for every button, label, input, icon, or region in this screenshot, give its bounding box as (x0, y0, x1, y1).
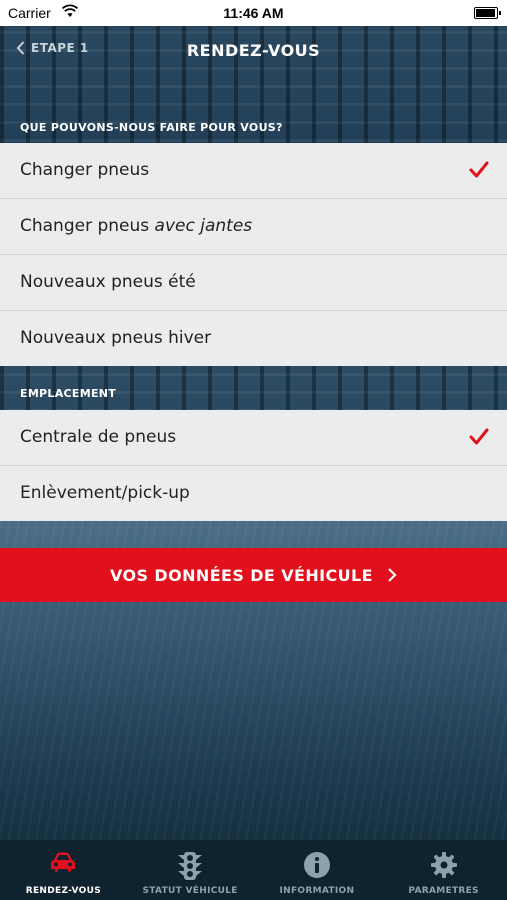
option-label-emphasis: avec jantes (154, 216, 253, 236)
tab-information[interactable]: INFORMATION (254, 840, 381, 900)
status-bar: Carrier 11:46 AM (0, 0, 507, 26)
battery-icon (474, 7, 501, 19)
location-option-pickup[interactable]: Enlèvement/pick-up (0, 466, 507, 521)
checkmark-icon (469, 161, 489, 178)
location-list: Centrale de pneus Enlèvement/pick-up (0, 410, 507, 521)
location-option-tire-center[interactable]: Centrale de pneus (0, 410, 507, 466)
tab-rendez-vous[interactable]: RENDEZ-VOUS (0, 840, 127, 900)
car-icon (51, 852, 76, 872)
service-option-new-winter-tires[interactable]: Nouveaux pneus hiver (0, 311, 507, 366)
info-icon (303, 852, 330, 878)
tab-label: INFORMATION (279, 886, 355, 896)
checkmark-icon (469, 428, 489, 445)
option-label: Changer pneus avec jantes (20, 216, 253, 236)
tab-settings[interactable]: PARAMETRES (380, 840, 507, 900)
status-time: 11:46 AM (223, 5, 284, 21)
service-option-change-tires-rims[interactable]: Changer pneus avec jantes (0, 199, 507, 255)
option-label: Enlèvement/pick-up (20, 483, 190, 503)
tab-label: RENDEZ-VOUS (25, 886, 101, 896)
service-option-change-tires[interactable]: Changer pneus (0, 143, 507, 199)
chevron-right-icon (388, 568, 397, 582)
tab-label: STATUT VÉHICULE (142, 886, 238, 896)
option-label: Nouveaux pneus hiver (20, 328, 212, 348)
gear-icon (430, 852, 457, 878)
option-label: Changer pneus (20, 160, 150, 180)
location-heading: EMPLACEMENT (20, 387, 117, 400)
service-option-new-summer-tires[interactable]: Nouveaux pneus été (0, 255, 507, 311)
vehicle-data-label: VOS DONNÉES DE VÉHICULE (110, 565, 373, 585)
services-heading: QUE POUVONS-NOUS FAIRE POUR VOUS? (20, 121, 283, 134)
option-label: Nouveaux pneus été (20, 272, 196, 292)
tab-bar: RENDEZ-VOUS STATUT VÉHICULE INFORMATION (0, 840, 507, 900)
traffic-light-icon (178, 852, 203, 880)
services-list: Changer pneus Changer pneus avec jantes … (0, 143, 507, 366)
tab-vehicle-status[interactable]: STATUT VÉHICULE (127, 840, 254, 900)
tab-label: PARAMETRES (408, 886, 479, 896)
navigation-bar: ETAPE 1 RENDEZ-VOUS (0, 26, 507, 80)
page-title: RENDEZ-VOUS (186, 41, 321, 60)
vehicle-data-button[interactable]: VOS DONNÉES DE VÉHICULE (0, 548, 507, 602)
option-label: Centrale de pneus (20, 427, 177, 447)
